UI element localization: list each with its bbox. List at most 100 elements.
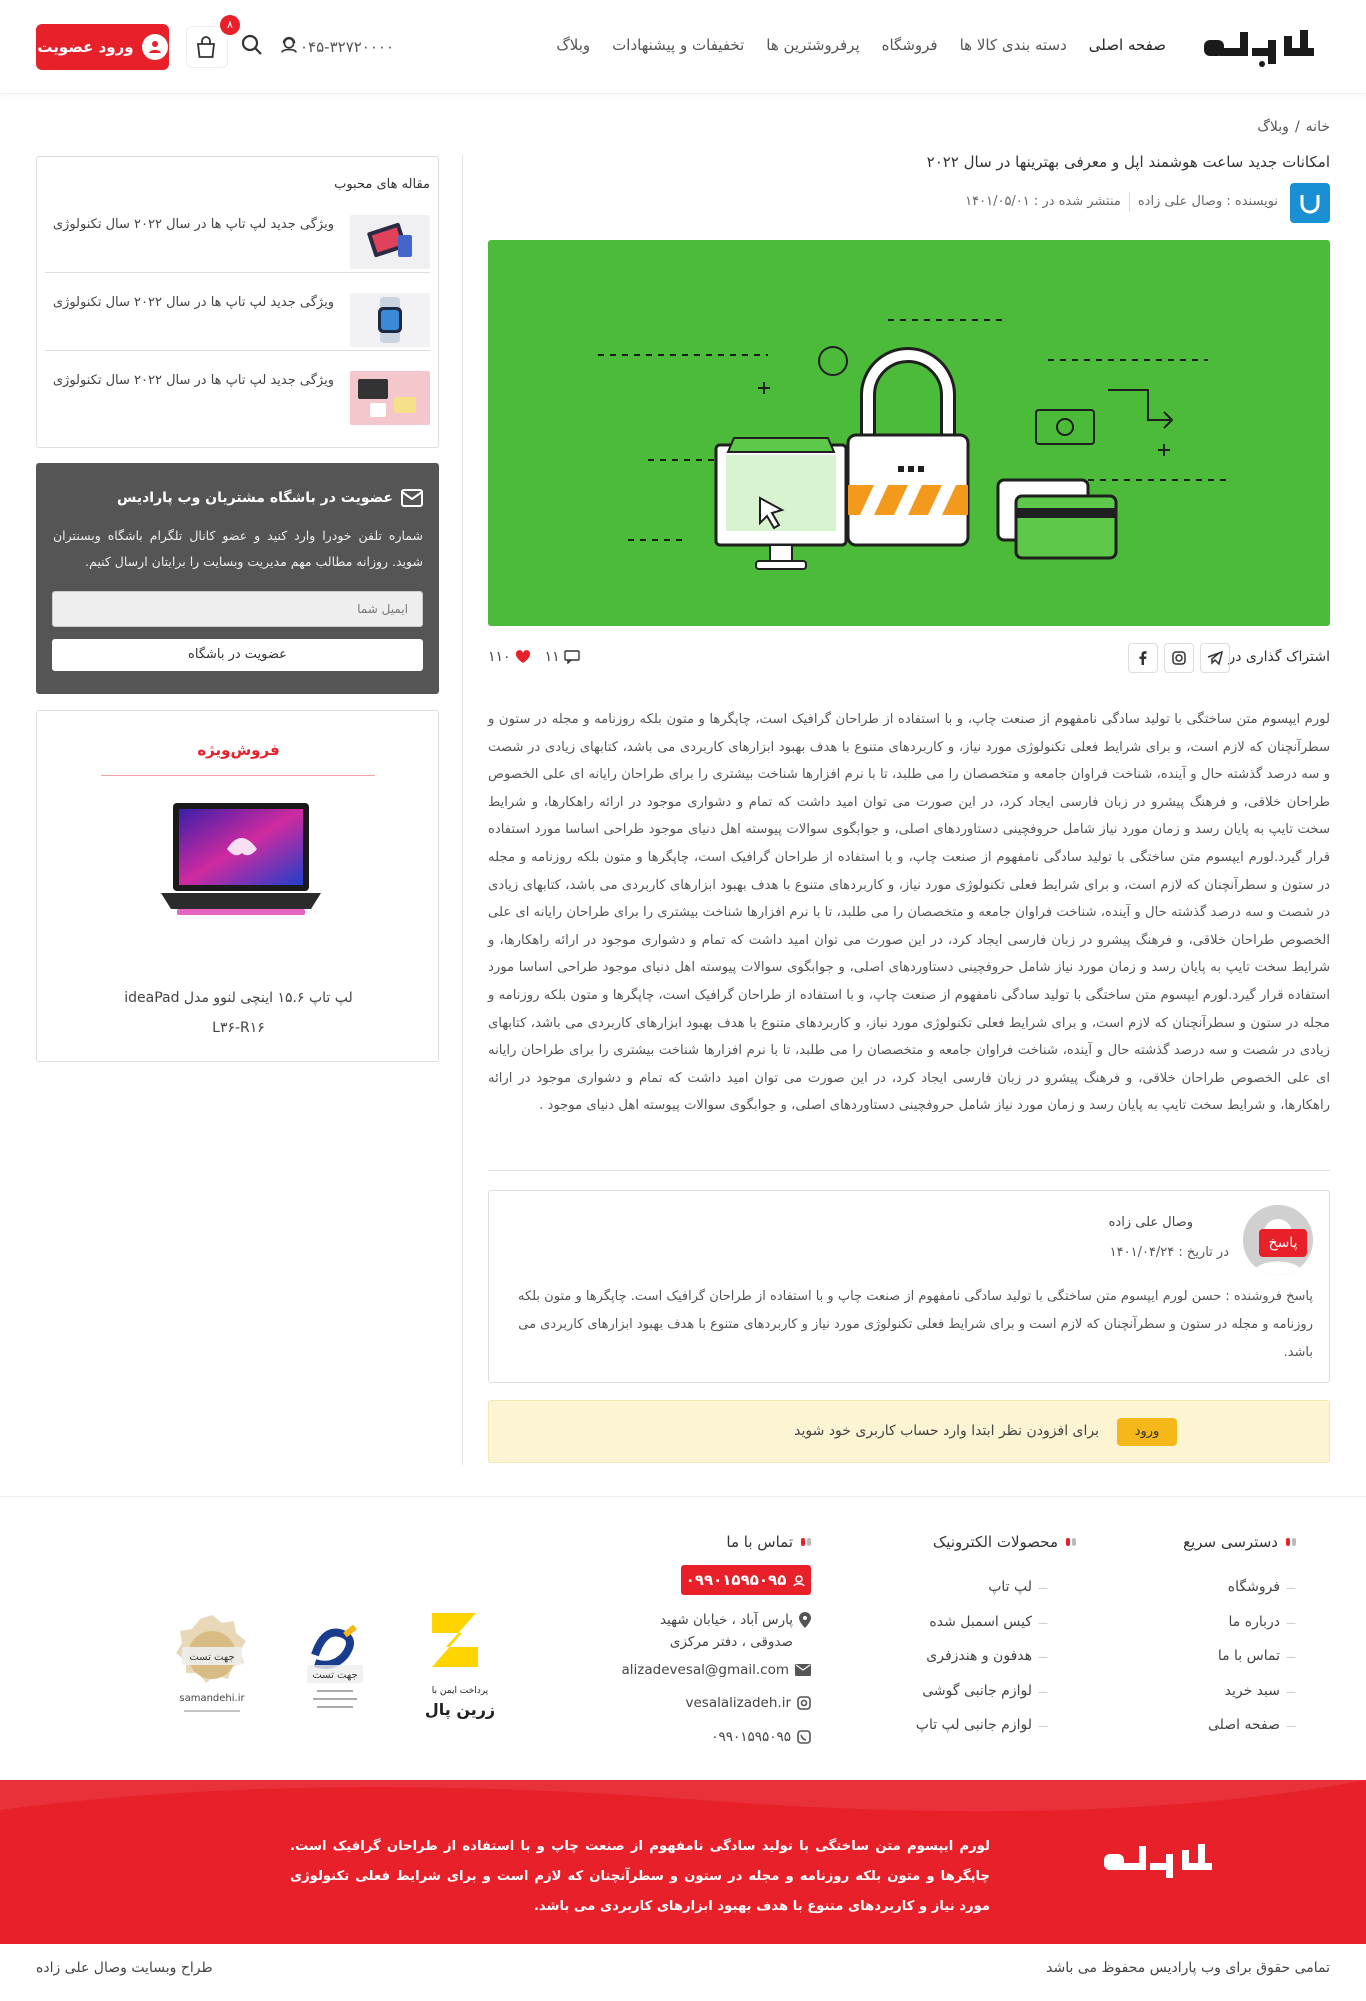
samandehi-test-label: جهت تست (189, 1652, 234, 1663)
trust-badges: پرداخت ایمن با زرین پال جهت تست جهت تست … (150, 1605, 510, 1735)
site-header: صفحه اصلی دسته بندی کالا ها فروشگاه پرفر… (0, 0, 1366, 94)
nav-home[interactable]: صفحه اصلی (1089, 36, 1166, 54)
footer-banner-text: لورم ایپسوم متن ساختگی با تولید سادگی نا… (290, 1839, 990, 1914)
samandehi-domain: samandehi.ir (179, 1693, 245, 1704)
footer-link-shop[interactable]: فروشگاه (1208, 1571, 1296, 1606)
footer-email-text: alizadevesal@gmail.com (621, 1662, 789, 1678)
nav-blog[interactable]: وبلاگ (556, 36, 590, 54)
zarinpal-caption: پرداخت ایمن با (432, 1686, 489, 1696)
special-product-name[interactable]: لپ تاپ ۱۵.۶ اینچی لنوو مدل ideaPad L۳۶-R… (37, 983, 440, 1043)
footer-link-home[interactable]: صفحه اصلی (1208, 1709, 1296, 1744)
designer-credit[interactable]: طراح وبسایت وصال علی زاده (36, 1960, 213, 1976)
column-divider (462, 155, 463, 1465)
newsletter-title-row: عضویت در باشگاه مشتریان وب پارادیس (117, 489, 423, 507)
facebook-icon (1139, 651, 1147, 665)
nav-shop[interactable]: فروشگاه (882, 36, 938, 54)
instagram-icon (1172, 651, 1186, 665)
title-dots-icon (801, 1538, 811, 1546)
popular-articles-title: مقاله های محبوب (334, 177, 430, 192)
login-register-button[interactable]: ورود عضویت (36, 24, 169, 70)
like-count-value: ۱۱۰ (488, 649, 511, 665)
instagram-share-button[interactable] (1164, 643, 1194, 673)
comment-count[interactable]: ۱۱ (545, 649, 580, 665)
cart-button[interactable] (186, 26, 228, 68)
location-icon (799, 1612, 811, 1628)
popular-article-item[interactable]: ویژگی جدید لپ تاپ ها در سال ۲۰۲۲ سال تکن… (45, 207, 430, 273)
article-meta: نویسنده : وصال علی زاده منتشر شده در : ۱… (965, 192, 1278, 212)
facebook-share-button[interactable] (1128, 643, 1158, 673)
whatsapp-icon (797, 1730, 811, 1744)
special-product-name-line2: L۳۶-R۱۶ (212, 1020, 265, 1036)
nav-offers[interactable]: تخفیفات و پیشنهادات (612, 36, 744, 54)
zarinpal-name: زرین پال (425, 1700, 495, 1720)
footer-col3-title-text: تماس با ما (726, 1533, 793, 1551)
popular-article-title: ویژگی جدید لپ تاپ ها در سال ۲۰۲۲ سال تکن… (52, 295, 334, 310)
site-logo[interactable] (1200, 22, 1330, 70)
share-bar: اشتراک گذاری در ۱۱ ۱۱۰ (488, 643, 1330, 673)
popular-article-item[interactable]: ویژگی جدید لپ تاپ ها در سال ۲۰۲۲ سال تکن… (45, 285, 430, 351)
special-offer-title: فروش‌ویژه (197, 741, 280, 759)
heart-icon (515, 650, 530, 663)
reply-button[interactable]: پاسخ (1259, 1229, 1307, 1257)
footer-instagram-text: vesalalizadeh.ir (685, 1695, 791, 1711)
cart-count-badge: ۸ (220, 15, 240, 35)
footer-link-phone-accessories[interactable]: لوازم جانبی گوشی (916, 1675, 1048, 1710)
footer-link-laptop-accessories[interactable]: لوازم جانبی لپ تاپ (916, 1709, 1048, 1744)
popular-article-item[interactable]: ویژگی جدید لپ تاپ ها در سال ۲۰۲۲ سال تکن… (45, 363, 430, 429)
breadcrumb-separator: / (1294, 119, 1300, 135)
footer-address-text: پارس آباد ، خیابان شهید صدوقی ، دفتر مرک… (659, 1612, 793, 1650)
envelope-icon (401, 489, 423, 507)
footer-link-contact[interactable]: تماس با ما (1208, 1640, 1296, 1675)
nav-categories[interactable]: دسته بندی کالا ها (960, 36, 1067, 54)
newsletter-subscribe-button[interactable]: عضویت در باشگاه (52, 639, 423, 671)
footer-logo[interactable] (1102, 1840, 1226, 1884)
footer-whatsapp[interactable]: ۰۹۹۰۱۵۹۵۰۹۵ (711, 1729, 811, 1745)
footer-link-headphones[interactable]: هدفون و هندزفری (916, 1640, 1048, 1675)
popular-article-title: ویژگی جدید لپ تاپ ها در سال ۲۰۲۲ سال تکن… (52, 373, 334, 388)
footer-link-about[interactable]: درباره ما (1208, 1606, 1296, 1641)
breadcrumb: خانه / وبلاگ (1257, 119, 1330, 135)
article-body: لورم ایپسوم متن ساختگی با تولید سادگی نا… (488, 712, 1330, 1114)
breadcrumb-current[interactable]: وبلاگ (1257, 119, 1289, 135)
telegram-share-button[interactable] (1200, 643, 1230, 673)
title-dots-icon (1286, 1538, 1296, 1546)
special-product-image[interactable] (157, 799, 325, 921)
footer-electronics-links: لپ تاپ کیس اسمبل شده هدفون و هندزفری لوا… (916, 1571, 1048, 1744)
footer-address: پارس آباد ، خیابان شهید صدوقی ، دفتر مرک… (641, 1609, 811, 1653)
article-author[interactable]: نویسنده : وصال علی زاده (1138, 194, 1278, 212)
user-icon (141, 34, 168, 60)
commenter-name: وصال علی زاده (1108, 1215, 1193, 1230)
footer-phone-text: ۰۹۹۰۱۵۹۵۰۹۵ (685, 1571, 787, 1589)
notice-login-button[interactable]: ورود (1117, 1418, 1177, 1446)
comment-count-value: ۱۱ (544, 649, 560, 665)
footer-link-case[interactable]: کیس اسمبل شده (916, 1606, 1048, 1641)
samandehi-badge[interactable]: جهت تست samandehi.ir (162, 1605, 262, 1725)
footer-link-laptop[interactable]: لپ تاپ (916, 1571, 1048, 1606)
special-product-name-line1: لپ تاپ ۱۵.۶ اینچی لنوو مدل ideaPad (124, 990, 353, 1006)
newsletter-email-input[interactable]: ایمیل شما (52, 591, 423, 627)
footer-phone-button[interactable]: ۰۹۹۰۱۵۹۵۰۹۵ (681, 1565, 811, 1595)
newsletter-description: شماره تلفن خودرا وارد کنید و عضو کانال ت… (53, 528, 423, 569)
article-title: امکانات جدید ساعت هوشمند اپل و معرفی بهت… (926, 153, 1330, 171)
cart-icon (196, 36, 216, 58)
nav-bestsellers[interactable]: پرفروشترین ها (766, 36, 859, 54)
enamad-badge[interactable]: جهت تست (285, 1605, 385, 1725)
zarinpal-badge[interactable]: پرداخت ایمن با زرین پال (410, 1605, 510, 1725)
like-count[interactable]: ۱۱۰ (488, 649, 531, 665)
article-date: منتشر شده در : ۱۴۰۱/۰۵/۰۱ (965, 194, 1121, 209)
footer-contact-title: تماس با ما (726, 1533, 811, 1551)
share-label: اشتراک گذاری در (1228, 649, 1330, 665)
popular-article-thumbnail (350, 371, 430, 425)
comment-date: در تاریخ : ۱۴۰۱/۰۴/۲۴ (1109, 1245, 1229, 1260)
footer-link-cart[interactable]: سبد خرید (1208, 1675, 1296, 1710)
search-icon[interactable] (240, 33, 264, 57)
email-icon (795, 1664, 811, 1676)
article-stats: ۱۱ ۱۱۰ (488, 649, 580, 665)
header-phone[interactable]: ۰۴۵-۳۲۷۲۰۰۰۰ (300, 38, 394, 56)
footer-email[interactable]: alizadevesal@gmail.com (622, 1662, 811, 1678)
footer-instagram[interactable]: vesalalizadeh.ir (685, 1695, 811, 1711)
breadcrumb-home[interactable]: خانه (1306, 119, 1330, 135)
login-register-label: ورود عضویت (37, 38, 134, 56)
telegram-icon (1207, 650, 1223, 666)
footer-banner: لورم ایپسوم متن ساختگی با تولید سادگی نا… (0, 1780, 1366, 1944)
